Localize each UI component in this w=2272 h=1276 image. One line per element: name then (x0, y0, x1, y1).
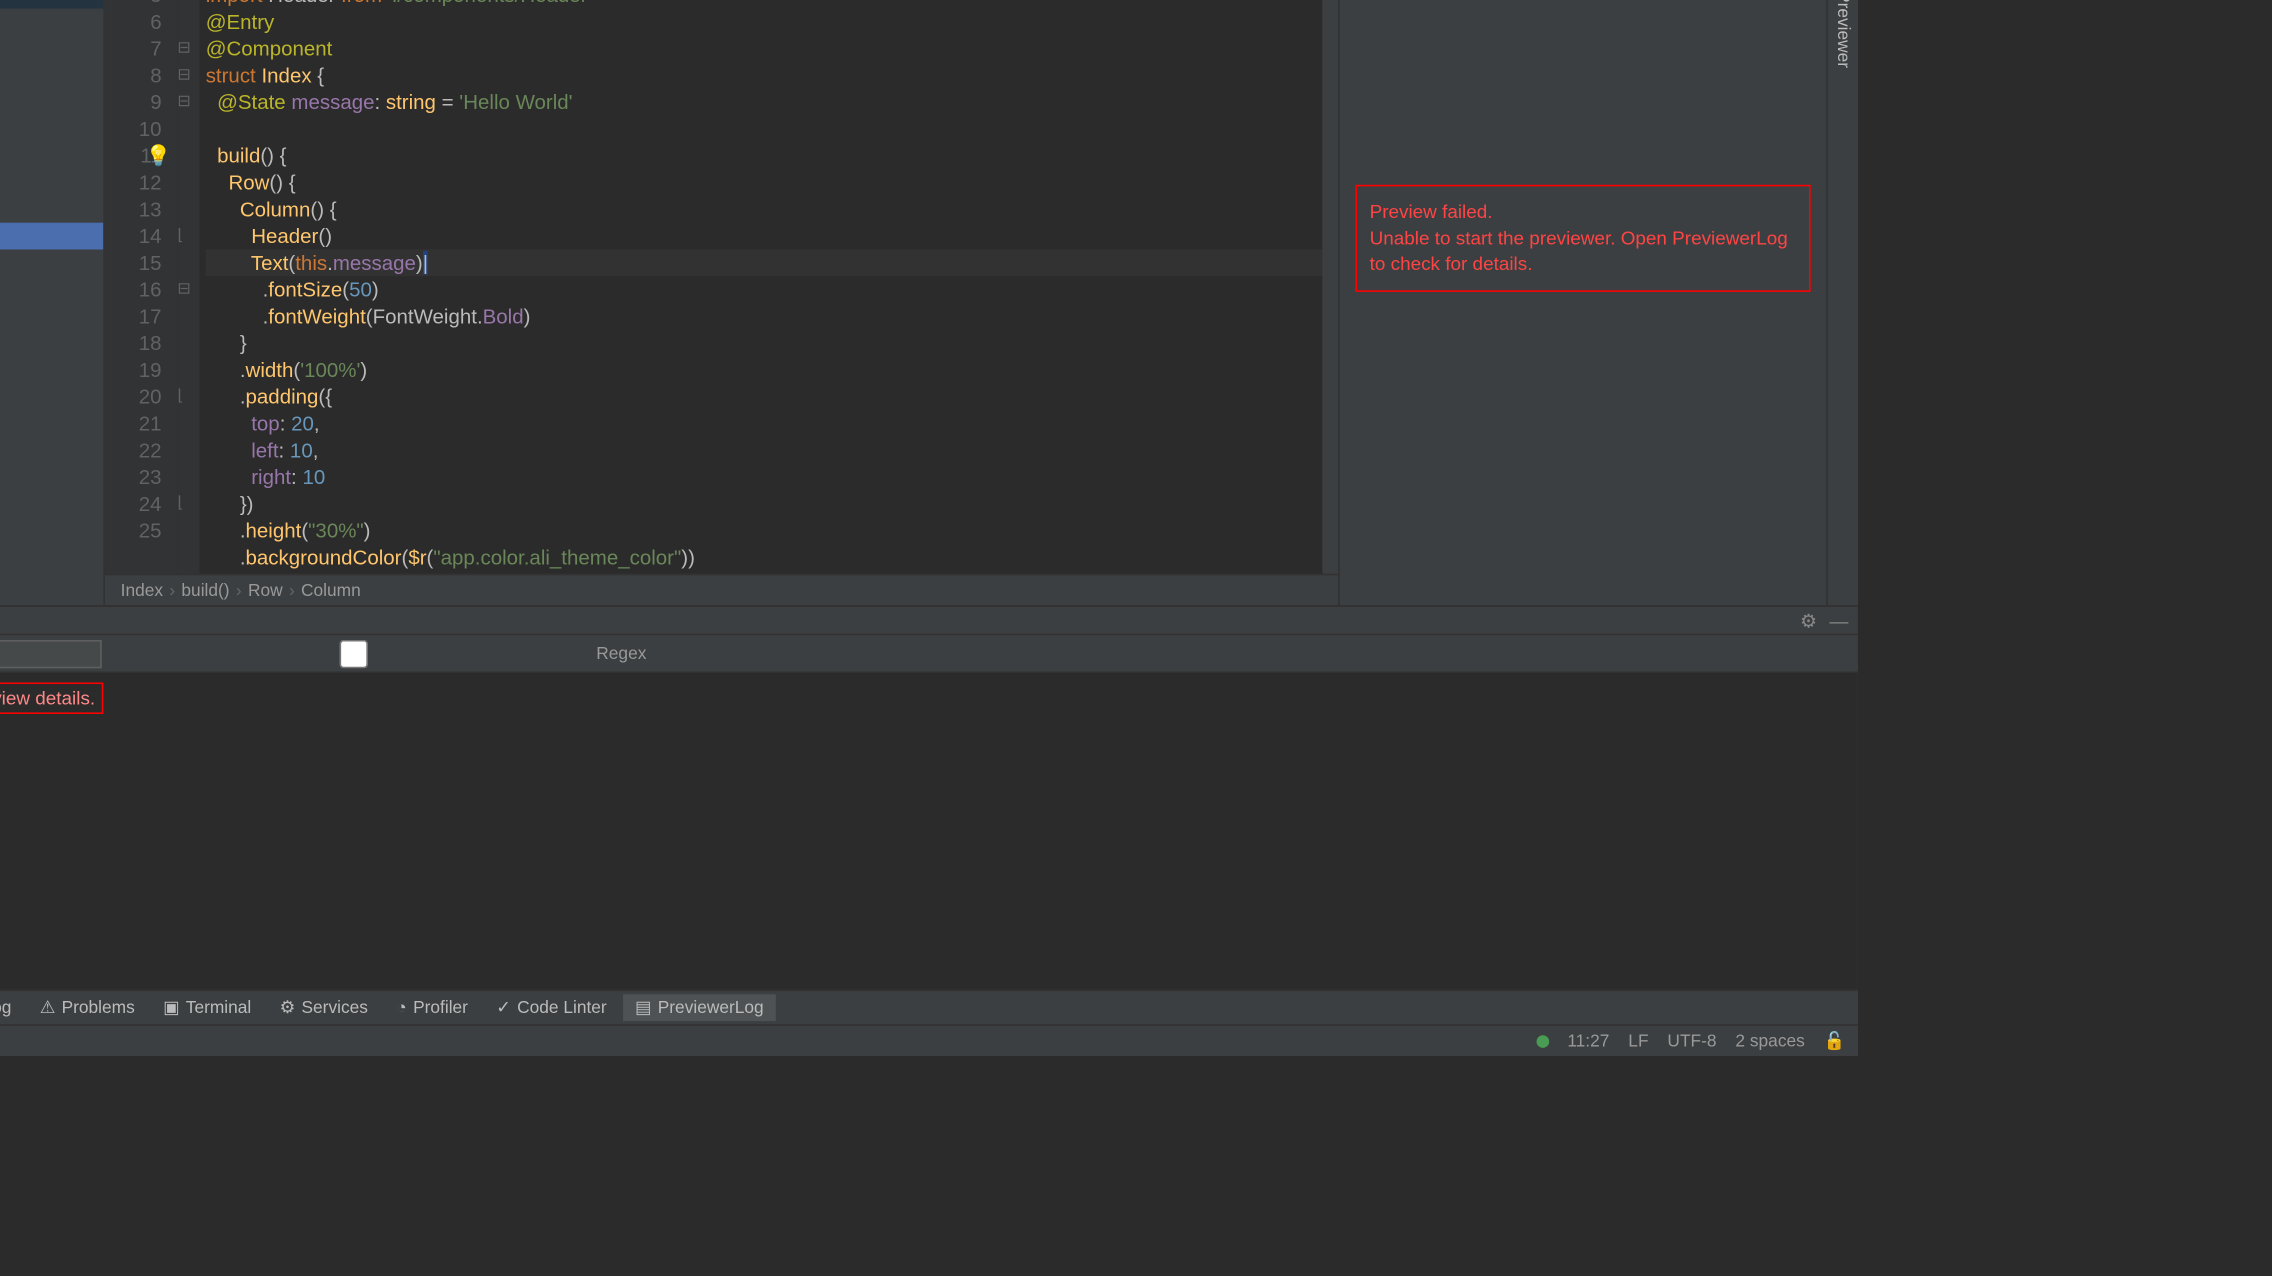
tree-item[interactable]: ▾📁hvigor (0, 437, 103, 464)
hide-icon[interactable]: — (1830, 609, 1849, 631)
tree-item[interactable]: 📄build-profile.json5 (0, 571, 103, 598)
tab-icon: ⚠ (40, 997, 56, 1017)
tree-item[interactable]: 📄.gitignore (0, 330, 103, 357)
bottom-tab-services[interactable]: ⚙ Services (267, 994, 380, 1021)
bottom-tab-log[interactable]: 📄 Log (0, 994, 24, 1021)
project-tree[interactable]: ▾ ▦ alipay [AliPayLayout] D:\workspace\h… (0, 0, 103, 605)
bottom-tab-code-linter[interactable]: ✓ Code Linter (484, 994, 620, 1021)
bottom-tab-problems[interactable]: ⚠ Problems (27, 994, 147, 1021)
editor-breadcrumb-item[interactable]: Column (301, 581, 361, 600)
indent-info[interactable]: 2 spaces (1735, 1031, 1804, 1050)
previewer-log-panel: PreviewerLog ⚙ — Regex ↑ ↓ ↩ ⤓ ⎙ 🗑 (0, 605, 1858, 989)
regex-checkbox[interactable]: Regex (117, 639, 646, 667)
status-indicator-dot[interactable] (1536, 1034, 1549, 1047)
readonly-lock-icon[interactable]: 🔓 (1824, 1031, 1846, 1051)
regex-checkbox-input[interactable] (117, 639, 590, 667)
tree-item[interactable]: ▸📁ohosTest (0, 303, 103, 330)
line-separator[interactable]: LF (1628, 1031, 1648, 1050)
tree-item[interactable]: ▸📁resources (0, 249, 103, 276)
tab-icon: ⚙ (280, 997, 296, 1017)
settings-icon[interactable]: ⚙ (1800, 609, 1817, 631)
tree-item[interactable]: ▾📁main (0, 62, 103, 89)
editor-body[interactable]: 1234567891011121314151617181920212223242… (105, 0, 1338, 574)
right-tab-previewer[interactable]: Previewer (1830, 0, 1855, 74)
cursor-position[interactable]: 11:27 (1567, 1031, 1609, 1050)
bottom-tool-tabs: ⎇ Version Control▶ Run≡ TODO📄 Log⚠ Probl… (0, 990, 1858, 1025)
file-encoding[interactable]: UTF-8 (1667, 1031, 1716, 1050)
editor-breadcrumb[interactable]: Index › build() › Row › Column (105, 574, 1338, 606)
editor-breadcrumb-item[interactable]: Index (121, 581, 163, 600)
log-header: PreviewerLog ⚙ — (0, 607, 1858, 635)
previewer-panel: Previewer Tт ⟳ ⟲ ⇲ ⚙ — Preview failed. U… (1338, 0, 1826, 605)
tree-item[interactable]: ▾📁pages (0, 169, 103, 196)
bottom-tab-profiler[interactable]: ◔ Profiler (384, 995, 481, 1020)
log-error-message: Build task failed. Open the Run window t… (0, 682, 103, 714)
editor-scrollbar[interactable] (1322, 0, 1338, 574)
tree-item-selected[interactable]: 📄Index.ets (0, 223, 103, 250)
tree-item[interactable]: ▾▦entry (0, 0, 103, 8)
tree-item[interactable]: ▸📁oh_modules (0, 517, 103, 544)
preview-viewport: Preview failed. Unable to start the prev… (1340, 0, 1827, 605)
preview-error-detail: Unable to start the previewer. Open Prev… (1370, 225, 1797, 278)
bottom-tab-terminal[interactable]: ▣ Terminal (151, 994, 264, 1021)
tree-item[interactable]: ▾📁ets (0, 89, 103, 116)
tab-icon: ✓ (496, 997, 511, 1017)
preview-error-box: Preview failed. Unable to start the prev… (1355, 184, 1810, 292)
tree-item[interactable]: 📄oh-package.json5 (0, 410, 103, 437)
tree-item[interactable]: ▸📁common (0, 115, 103, 142)
tab-icon: ◔ (396, 998, 406, 1017)
tree-item[interactable]: 📄hvigor-config.json5 (0, 464, 103, 491)
tab-icon: ▤ (635, 997, 651, 1017)
editor-breadcrumb-item[interactable]: build() (181, 581, 229, 600)
code-content[interactable]: ✓ 💡 import Header from './components/Hea… (199, 0, 1338, 574)
tree-item[interactable]: 📄.gitignore (0, 544, 103, 571)
tree-item[interactable]: 📄hvigorfile.ts (0, 597, 103, 605)
preview-error-title: Preview failed. (1370, 199, 1797, 225)
log-toolbar: Regex (0, 635, 1858, 673)
regex-label: Regex (596, 644, 646, 663)
tree-item[interactable]: ▸📁components (0, 196, 103, 223)
tree-item[interactable]: ▸📁.preview (0, 8, 103, 35)
intention-bulb-icon[interactable]: 💡 (146, 142, 171, 169)
tree-item[interactable]: 📄hvigor-wrapper.js (0, 490, 103, 517)
tree-item[interactable]: ▾📁src (0, 35, 103, 62)
log-search-input[interactable] (0, 639, 102, 667)
line-numbers: 1234567891011121314151617181920212223242… (105, 0, 177, 574)
tree-item[interactable]: 📄build-profile.json5 (0, 356, 103, 383)
status-bar: ☐ App Launch: Select a device first. (4 … (0, 1024, 1858, 1056)
tree-item[interactable]: ▸📁entryability (0, 142, 103, 169)
tree-item[interactable]: 📄module.json5 (0, 276, 103, 303)
project-panel: ▦ Project ▾ ⊙ ⇅ ÷ ⚙ — ▾ ▦ alipay [AliPay… (0, 0, 105, 605)
bottom-tab-previewerlog[interactable]: ▤ PreviewerLog (622, 994, 776, 1021)
log-content[interactable]: Build task failed. Open the Run window t… (0, 673, 1858, 990)
editor-breadcrumb-item[interactable]: Row (248, 581, 283, 600)
right-tool-strip: Notifications Previewer (1826, 0, 1858, 605)
fold-gutter[interactable]: ⊟⊟⊟⊟⌊⊟⌊⌊ (177, 0, 199, 574)
editor-area: ▣ Index.ets ✕📄 hvigorw.bat ✕📄 hvigorw ✕📄… (105, 0, 1338, 605)
tree-item[interactable]: 📄hvigorfile.ts (0, 383, 103, 410)
tab-icon: ▣ (163, 997, 179, 1017)
